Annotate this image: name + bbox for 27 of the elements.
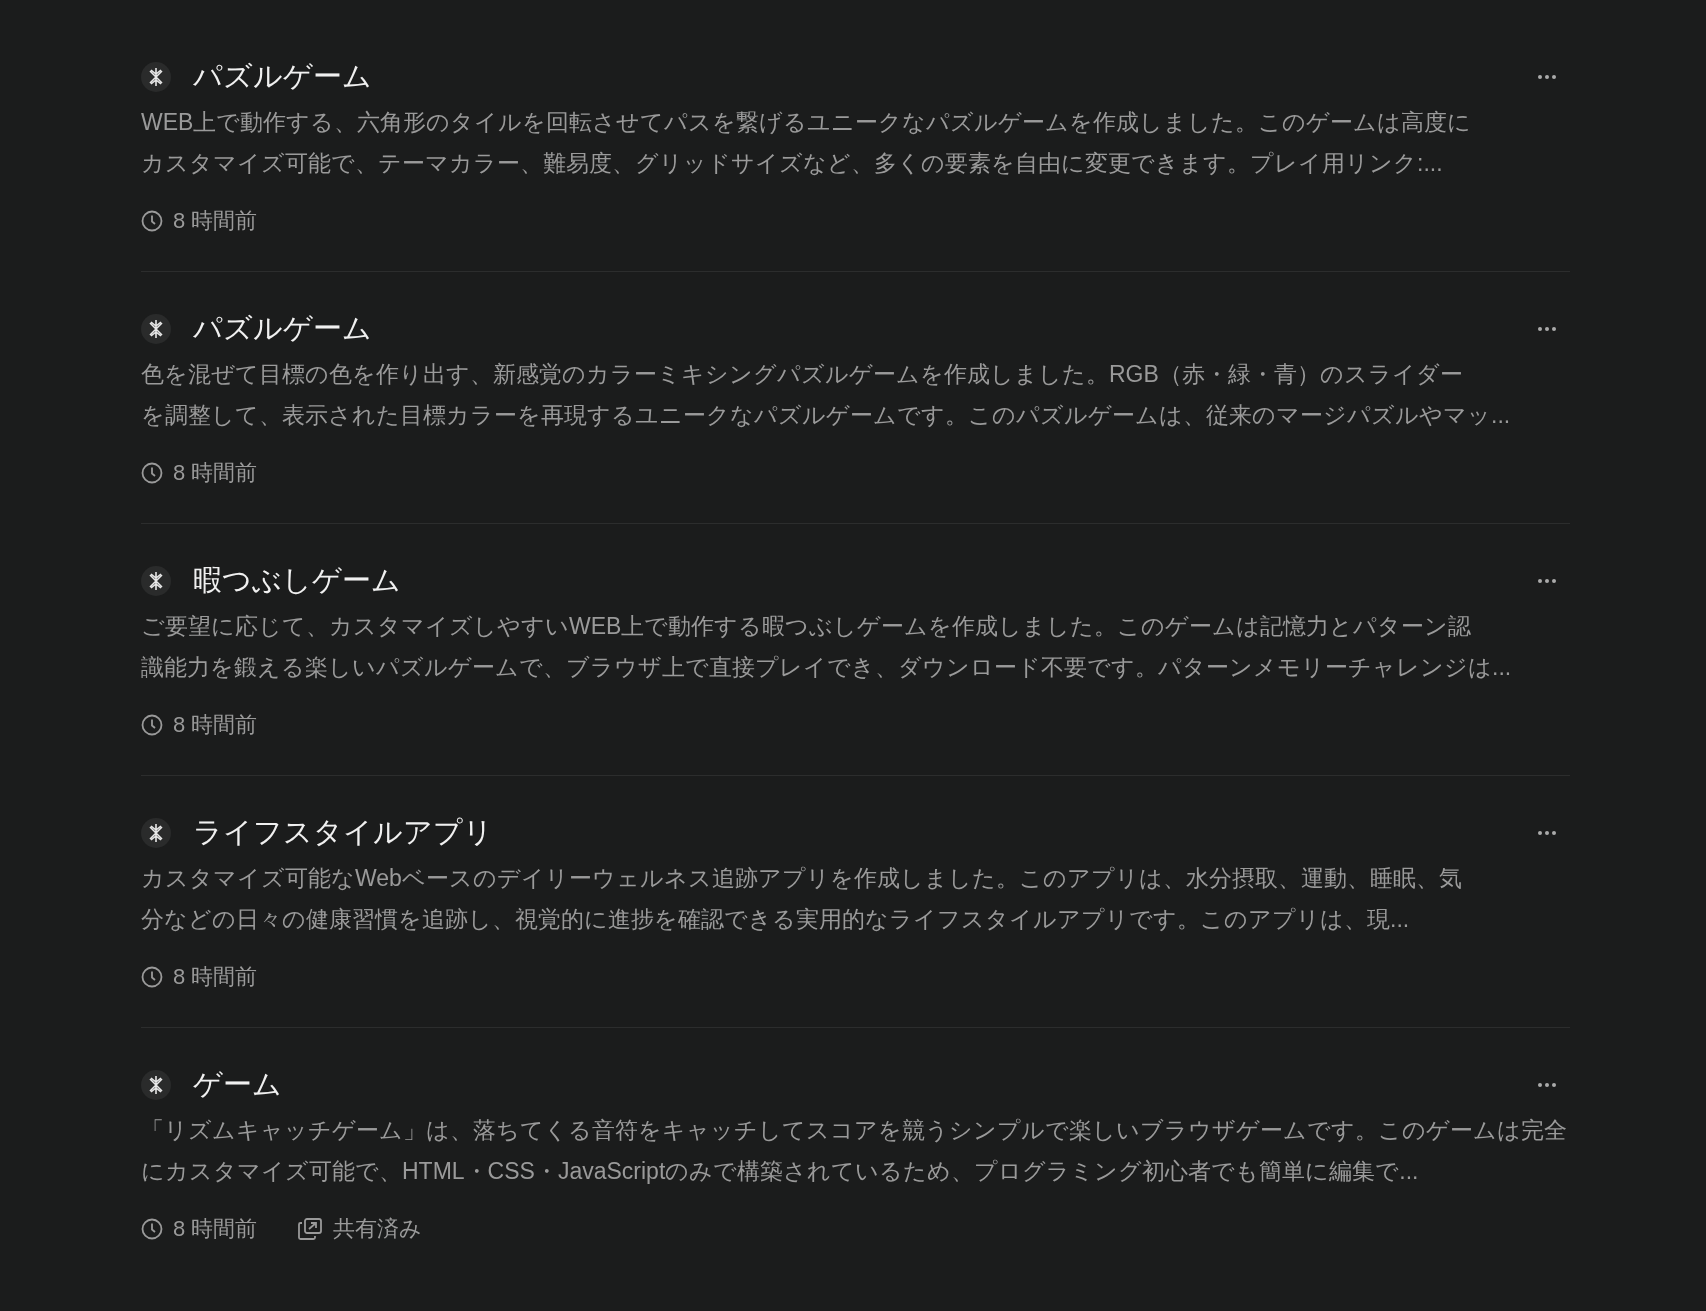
item-description: カスタマイズ可能なWebベースのデイリーウェルネス追跡アプリを作成しました。このアプリは、水分摂取、運動、睡眠、気 分などの日々の健康習慣を追跡し、視覚的に進捗を確認できる実用的なライフスタイルアプリです。このアプリは、現... bbox=[141, 864, 1462, 934]
clock-icon bbox=[141, 713, 163, 736]
item-description: WEB上で動作する、六角形のタイルを回転させてパスを繋げるユニークなパズルゲームを作成しました。このゲームは高度に カスタマイズ可能で、テーマカラー、難易度、グリッドサイズなど、多くの要素を自由に変更できます。プレイ用リンク:... bbox=[141, 108, 1472, 178]
logo-icon bbox=[141, 314, 171, 344]
timestamp: 8 時間前 bbox=[173, 207, 258, 235]
item-description: 色を混ぜて目標の色を作り出す、新感覚のカラーミキシングパズルゲームを作成しました。RGB（赤・緑・青）のスライダー を調整して、表示された目標カラーを再現するユニークなパズルゲームです。このパズルゲームは、従来のマージパズルやマッ... bbox=[141, 360, 1511, 430]
clock-icon bbox=[141, 1217, 163, 1240]
item-title[interactable]: ライフスタイルアプリ bbox=[193, 811, 493, 855]
item-description: ご要望に応じて、カスタマイズしやすいWEB上で動作する暇つぶしゲームを作成しました。このゲームは記憶力とパターン認 識能力を鍛える楽しいパズルゲームで、ブラウザ上で直接プレイでき、ダウンロード不要です。パターンメモリーチャレンジは... bbox=[141, 612, 1512, 682]
shared-label: 共有済み bbox=[333, 1215, 423, 1243]
timestamp: 8 時間前 bbox=[173, 1215, 258, 1243]
share-icon bbox=[297, 1216, 324, 1241]
logo-icon bbox=[141, 566, 171, 596]
clock-icon bbox=[141, 965, 163, 988]
timestamp: 8 時間前 bbox=[173, 459, 258, 487]
logo-icon bbox=[141, 1070, 171, 1100]
logo-icon bbox=[141, 62, 171, 92]
item-title[interactable]: ゲーム bbox=[193, 1063, 282, 1107]
clock-icon bbox=[141, 461, 163, 484]
logo-icon bbox=[141, 818, 171, 848]
clock-icon bbox=[141, 209, 163, 232]
timestamp: 8 時間前 bbox=[173, 963, 258, 991]
item-description: 「リズムキャッチゲーム」は、落ちてくる音符をキャッチしてスコアを競うシンプルで楽しいブラウザゲームです。このゲームは完全 にカスタマイズ可能で、HTML・CSS・JavaScriptのみで構築されているため、プログラミング初心者でも簡単に編集で... bbox=[141, 1116, 1567, 1186]
timestamp: 8 時間前 bbox=[173, 711, 258, 739]
item-title[interactable]: 暇つぶしゲーム bbox=[193, 559, 401, 603]
item-title[interactable]: パズルゲーム bbox=[193, 307, 372, 351]
item-title[interactable]: パズルゲーム bbox=[193, 55, 372, 99]
